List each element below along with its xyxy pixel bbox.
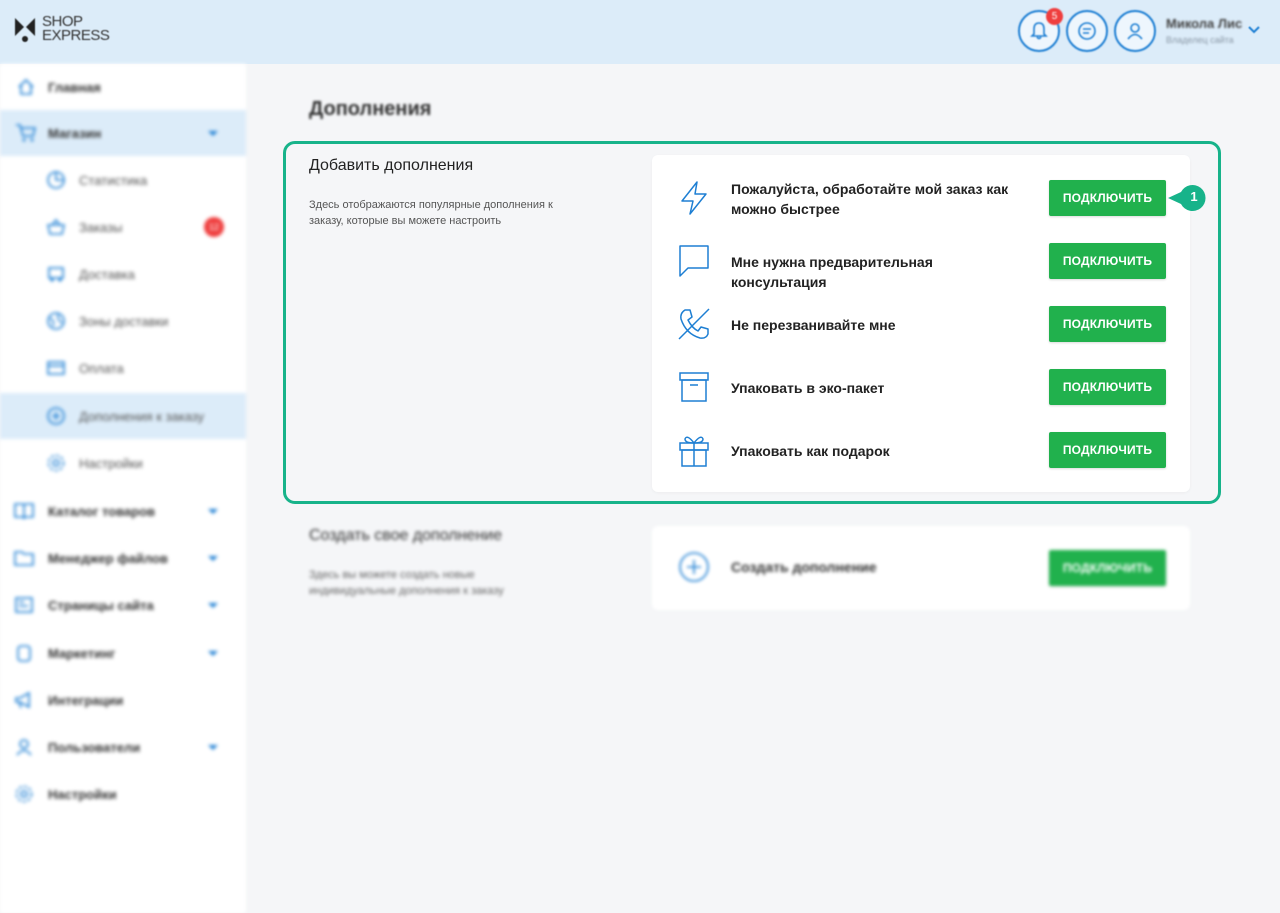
addon-label-urgent: Пожалуйста, обработайте мой заказ как мо… (731, 181, 1009, 217)
user-role: Владелец сайта (1166, 35, 1234, 45)
notifications-badge: 5 (1046, 8, 1063, 25)
create-section-title: Создать свое дополнение (309, 527, 502, 544)
gear-icon (13, 783, 35, 805)
page-title: Дополнения (309, 98, 432, 120)
sidebar-item-orders[interactable]: Заказы 12 (0, 204, 246, 250)
create-addon-label: Создать дополнение (731, 559, 877, 575)
caret-down-icon (208, 131, 218, 136)
folder-icon (13, 547, 35, 569)
connect-button-no-callback[interactable]: ПОДКЛЮЧИТЬ (1049, 306, 1166, 342)
credit-card-icon (45, 357, 67, 379)
caret-down-icon (208, 556, 218, 561)
caret-down-icon (208, 745, 218, 750)
create-section-description: Здесь вы можете создать новые индивидуал… (309, 569, 504, 597)
box-icon (676, 369, 712, 405)
marketing-icon (13, 642, 35, 664)
lightning-icon (676, 180, 712, 216)
globe-icon (45, 310, 67, 332)
sidebar-item-delivery[interactable]: Доставка (0, 251, 246, 297)
addon-label-no-callback: Не перезванивайте мне (731, 317, 896, 333)
sidebar-item-payment[interactable]: Оплата (0, 345, 246, 391)
logo-mark-icon (15, 18, 35, 42)
callout-number: 1 (1190, 189, 1198, 204)
caret-down-icon (208, 651, 218, 656)
home-icon (15, 76, 37, 98)
sidebar-item-users[interactable]: Пользователи (0, 724, 246, 770)
bell-icon (1030, 22, 1048, 40)
megaphone-icon (13, 689, 35, 711)
messages-button[interactable] (1066, 10, 1108, 52)
connect-button-eco-bag[interactable]: ПОДКЛЮЧИТЬ (1049, 369, 1166, 405)
sidebar-item-file-manager[interactable]: Менеджер файлов (0, 535, 246, 581)
caret-down-icon (208, 603, 218, 608)
plus-circle-icon (679, 552, 709, 582)
sidebar-item-shop-settings[interactable]: Настройки (0, 440, 246, 486)
notifications-button[interactable]: 5 (1018, 8, 1063, 52)
sidebar-item-shop[interactable]: Магазин (0, 110, 246, 156)
addon-label-consultation: Мне нужна предварительная консультация (731, 254, 933, 290)
plus-circle-icon (45, 405, 67, 427)
logo[interactable]: SHOP EXPRESS (12, 14, 110, 44)
section-description: Здесь отображаются популярные дополнения… (309, 199, 553, 227)
chat-icon (1078, 22, 1096, 40)
sidebar-item-marketing[interactable]: Маркетинг (0, 630, 246, 676)
caret-down-icon (208, 509, 218, 514)
pages-icon (13, 594, 35, 616)
orders-count-badge: 12 (204, 217, 224, 237)
book-icon (13, 500, 35, 522)
top-header: SHOP EXPRESS 5 Микола Лис Владелец сайта (0, 0, 1280, 64)
phone-off-icon (676, 306, 712, 342)
sidebar-item-statistics[interactable]: Статистика (0, 157, 246, 203)
chevron-down-icon[interactable] (1248, 26, 1260, 34)
sidebar-item-integrations[interactable]: Интеграции (0, 677, 246, 723)
gift-icon (676, 432, 712, 468)
basket-icon (45, 216, 67, 238)
logo-text-line2: EXPRESS (42, 27, 110, 44)
sidebar-item-home[interactable]: Главная (0, 64, 246, 110)
cart-icon (15, 122, 37, 144)
user-icon (1127, 23, 1143, 40)
truck-icon (45, 263, 67, 285)
user-name[interactable]: Микола Лис (1166, 16, 1242, 31)
create-addon-button[interactable]: ПОДКЛЮЧИТЬ (1049, 550, 1166, 586)
section-title: Добавить дополнения (309, 157, 474, 174)
sidebar-item-catalog[interactable]: Каталог товаров (0, 488, 246, 534)
sidebar-item-settings[interactable]: Настройки (0, 771, 246, 817)
profile-button[interactable] (1114, 10, 1156, 52)
addon-label-gift-wrap: Упаковать как подарок (731, 443, 890, 459)
connect-button-urgent[interactable]: ПОДКЛЮЧИТЬ (1049, 180, 1166, 216)
sidebar-item-site-pages[interactable]: Страницы сайта (0, 582, 246, 628)
addon-label-eco-bag: Упаковать в эко-пакет (731, 380, 885, 396)
sidebar: Главная Магазин Статистика Заказы 12 Дос… (0, 64, 246, 913)
sidebar-item-delivery-zones[interactable]: Зоны доставки (0, 298, 246, 344)
connect-button-gift-wrap[interactable]: ПОДКЛЮЧИТЬ (1049, 432, 1166, 468)
sidebar-item-order-addons[interactable]: Дополнения к заказу (0, 393, 246, 439)
gear-icon (45, 452, 67, 474)
user-icon (13, 736, 35, 758)
chat-bubble-icon (676, 243, 712, 279)
pie-chart-icon (45, 169, 67, 191)
connect-button-consultation[interactable]: ПОДКЛЮЧИТЬ (1049, 243, 1166, 279)
